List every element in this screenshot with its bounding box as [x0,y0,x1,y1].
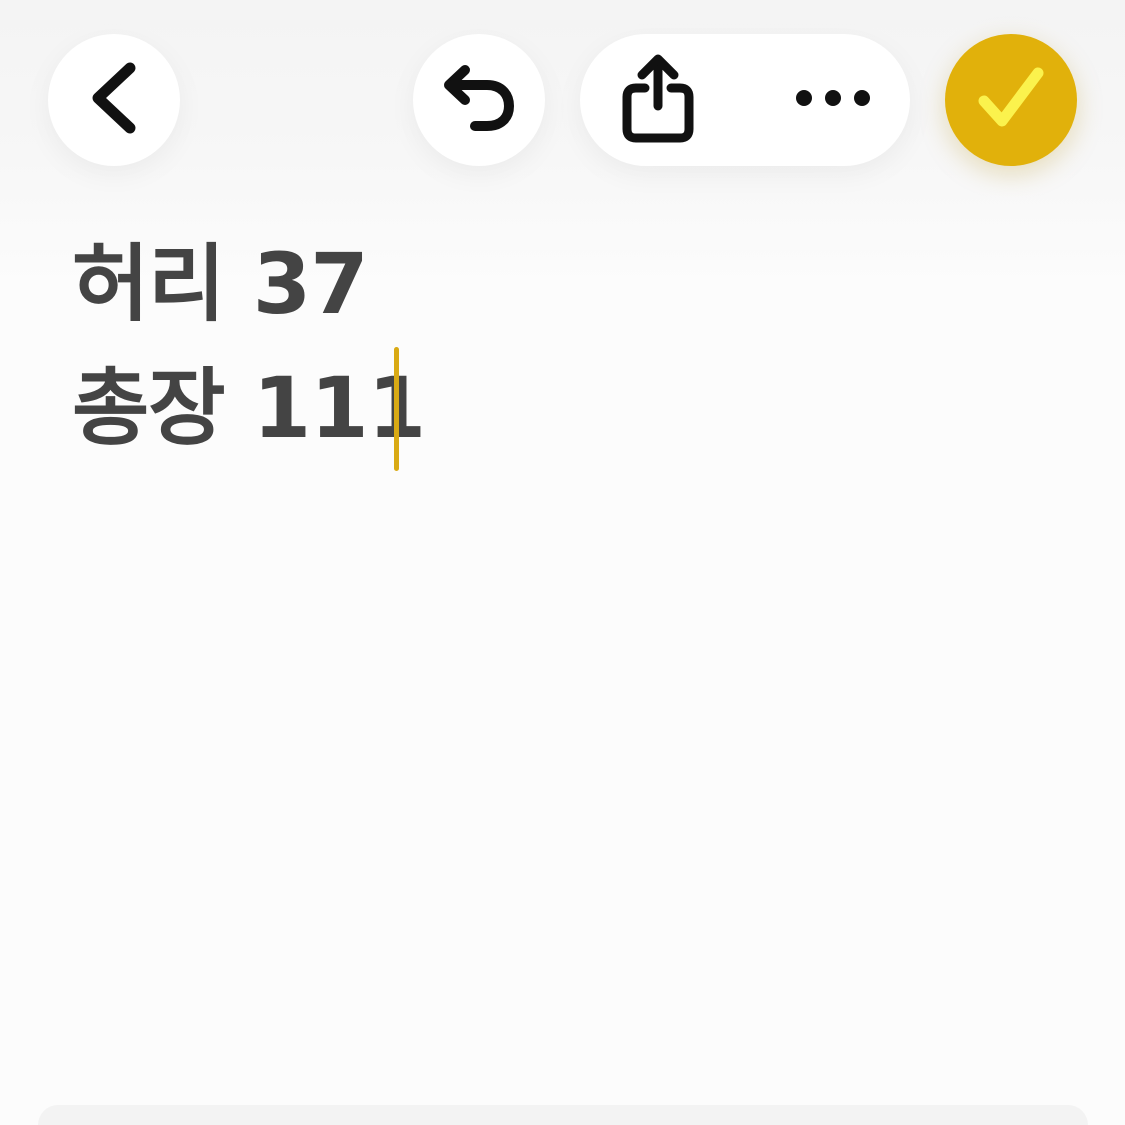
done-button[interactable] [945,34,1077,166]
note-text-area[interactable]: 허리 37 총장 111 [72,222,1052,1052]
more-options-button[interactable] [770,34,895,166]
back-button[interactable] [48,34,180,166]
bottom-panel-edge [38,1105,1088,1125]
checkmark-icon [974,63,1048,137]
note-line-2: 총장 111 [72,359,426,457]
notes-editor-screen: 허리 37 총장 111 [0,0,1125,1125]
text-cursor [394,347,399,471]
toolbar-action-group [580,34,910,166]
share-button[interactable] [600,34,715,166]
share-icon [620,52,696,148]
ellipsis-icon [794,88,872,112]
note-line-1: 허리 37 [72,235,369,333]
undo-arrow-icon [439,58,519,142]
chevron-left-icon [86,60,142,140]
undo-button[interactable] [413,34,545,166]
